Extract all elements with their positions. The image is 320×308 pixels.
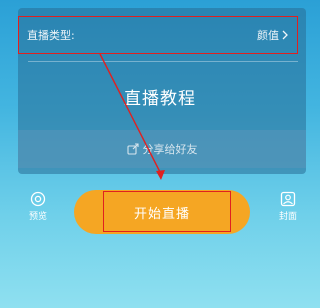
annotation-arrow bbox=[99, 53, 165, 180]
